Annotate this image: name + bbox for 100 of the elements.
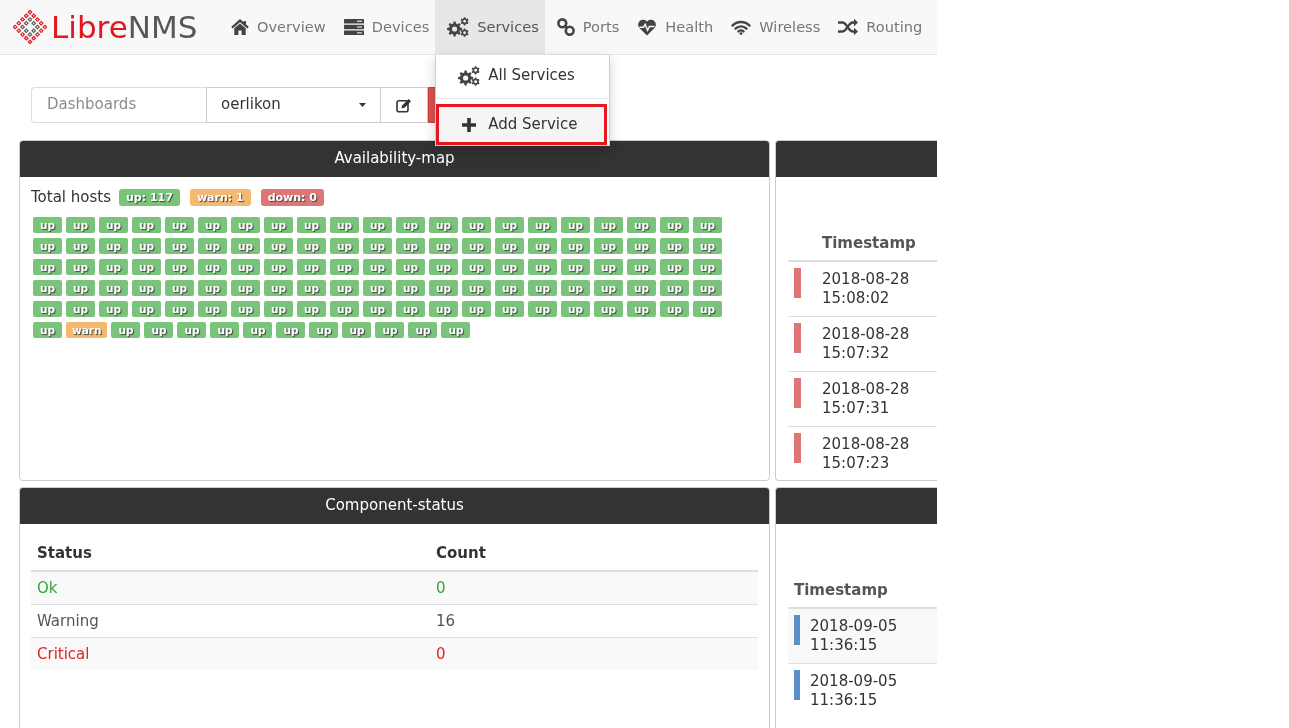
host-status-tile[interactable]: up (198, 259, 227, 275)
host-status-tile[interactable]: up (165, 259, 194, 275)
dashboard-select[interactable]: oerlikon (206, 87, 381, 123)
host-status-tile[interactable]: up (132, 280, 161, 296)
host-status-tile[interactable]: up (66, 280, 95, 296)
menu-item[interactable]: Add Service (436, 104, 608, 145)
host-status-tile[interactable]: up (561, 280, 590, 296)
host-status-tile[interactable]: up (627, 301, 656, 317)
host-status-tile[interactable]: up (660, 238, 689, 254)
host-status-tile[interactable]: up (594, 259, 623, 275)
host-status-tile[interactable]: up (231, 217, 260, 233)
host-status-tile[interactable]: up (375, 322, 405, 338)
host-status-tile[interactable]: up (309, 322, 339, 338)
host-status-tile[interactable]: up (66, 238, 95, 254)
host-status-tile[interactable]: up (462, 301, 491, 317)
host-status-tile[interactable]: up (198, 217, 227, 233)
host-status-tile[interactable]: up (33, 280, 62, 296)
host-status-tile[interactable]: up (363, 217, 392, 233)
host-status-tile[interactable]: up (243, 322, 273, 338)
host-status-tile[interactable]: up (132, 301, 161, 317)
host-status-tile[interactable]: up (264, 280, 293, 296)
host-status-tile[interactable]: up (297, 217, 326, 233)
nav-link[interactable]: Routing (826, 0, 929, 54)
host-status-tile[interactable]: up (660, 280, 689, 296)
host-status-tile[interactable]: up (33, 301, 62, 317)
host-status-tile[interactable]: up (528, 280, 557, 296)
nav-link[interactable]: Ports (544, 0, 626, 54)
host-status-tile[interactable]: up (330, 238, 359, 254)
nav-link[interactable]: Health (625, 0, 720, 54)
host-status-tile[interactable]: up (330, 259, 359, 275)
host-status-tile[interactable]: up (462, 238, 491, 254)
host-status-tile[interactable]: up (33, 238, 62, 254)
host-status-tile[interactable]: up (66, 301, 95, 317)
host-status-tile[interactable]: up (693, 238, 722, 254)
host-status-tile[interactable]: up (363, 301, 392, 317)
host-status-tile[interactable]: up (264, 238, 293, 254)
host-status-tile[interactable]: up (33, 217, 62, 233)
host-status-tile[interactable]: up (561, 217, 590, 233)
host-status-tile[interactable]: up (33, 322, 62, 338)
host-status-tile[interactable]: up (561, 301, 590, 317)
host-status-tile[interactable]: up (462, 259, 491, 275)
edit-button[interactable] (381, 87, 428, 123)
host-status-tile[interactable]: up (441, 322, 471, 338)
host-status-tile[interactable]: up (429, 259, 458, 275)
host-status-tile[interactable]: up (132, 259, 161, 275)
nav-link[interactable]: Devices (331, 0, 436, 54)
host-status-tile[interactable]: up (330, 217, 359, 233)
nav-link[interactable]: Services (435, 0, 545, 54)
host-status-tile[interactable]: up (132, 217, 161, 233)
host-status-tile[interactable]: up (396, 280, 425, 296)
host-status-tile[interactable]: up (297, 259, 326, 275)
host-status-tile[interactable]: up (528, 301, 557, 317)
host-status-tile[interactable]: up (627, 259, 656, 275)
host-status-tile[interactable]: up (342, 322, 372, 338)
host-status-tile[interactable]: up (198, 238, 227, 254)
host-status-tile[interactable]: up (264, 301, 293, 317)
host-status-tile[interactable]: up (495, 238, 524, 254)
host-status-tile[interactable]: up (594, 217, 623, 233)
host-status-tile[interactable]: up (429, 238, 458, 254)
host-status-tile[interactable]: up (660, 259, 689, 275)
host-status-tile[interactable]: up (429, 301, 458, 317)
logo-text[interactable]: LibreNMS (51, 11, 198, 43)
host-status-tile[interactable]: up (396, 301, 425, 317)
host-status-tile[interactable]: up (264, 217, 293, 233)
host-status-tile[interactable]: up (528, 259, 557, 275)
host-status-tile[interactable]: up (330, 280, 359, 296)
host-status-tile[interactable]: up (396, 238, 425, 254)
host-status-tile[interactable]: up (165, 238, 194, 254)
host-status-tile[interactable]: up (660, 301, 689, 317)
host-status-tile[interactable]: up (330, 301, 359, 317)
host-status-tile[interactable]: up (177, 322, 207, 338)
host-status-tile[interactable]: up (264, 259, 293, 275)
host-status-tile[interactable]: up (693, 217, 722, 233)
host-status-tile[interactable]: up (297, 280, 326, 296)
host-status-tile[interactable]: up (66, 217, 95, 233)
host-status-tile[interactable]: up (528, 217, 557, 233)
host-status-tile[interactable]: up (210, 322, 240, 338)
host-status-tile[interactable]: up (660, 217, 689, 233)
host-status-tile[interactable]: up (396, 259, 425, 275)
host-status-tile[interactable]: up (528, 238, 557, 254)
host-status-tile[interactable]: up (462, 280, 491, 296)
host-status-tile[interactable]: up (231, 280, 260, 296)
host-status-tile[interactable]: up (231, 301, 260, 317)
host-status-tile[interactable]: up (99, 217, 128, 233)
nav-link[interactable]: Overview (219, 0, 332, 54)
host-status-tile[interactable]: up (693, 280, 722, 296)
host-status-tile[interactable]: up (33, 259, 62, 275)
host-status-tile[interactable]: up (594, 238, 623, 254)
host-status-tile[interactable]: up (99, 238, 128, 254)
host-status-tile[interactable]: up (198, 301, 227, 317)
host-status-tile[interactable]: up (165, 301, 194, 317)
host-status-tile[interactable]: up (99, 280, 128, 296)
host-status-tile[interactable]: up (66, 259, 95, 275)
host-status-tile[interactable]: up (627, 280, 656, 296)
host-status-tile[interactable]: up (111, 322, 141, 338)
menu-item[interactable]: All Services (436, 60, 610, 91)
host-status-tile[interactable]: up (627, 238, 656, 254)
host-status-tile[interactable]: up (561, 259, 590, 275)
host-status-tile[interactable]: up (408, 322, 438, 338)
host-status-tile[interactable]: up (363, 238, 392, 254)
